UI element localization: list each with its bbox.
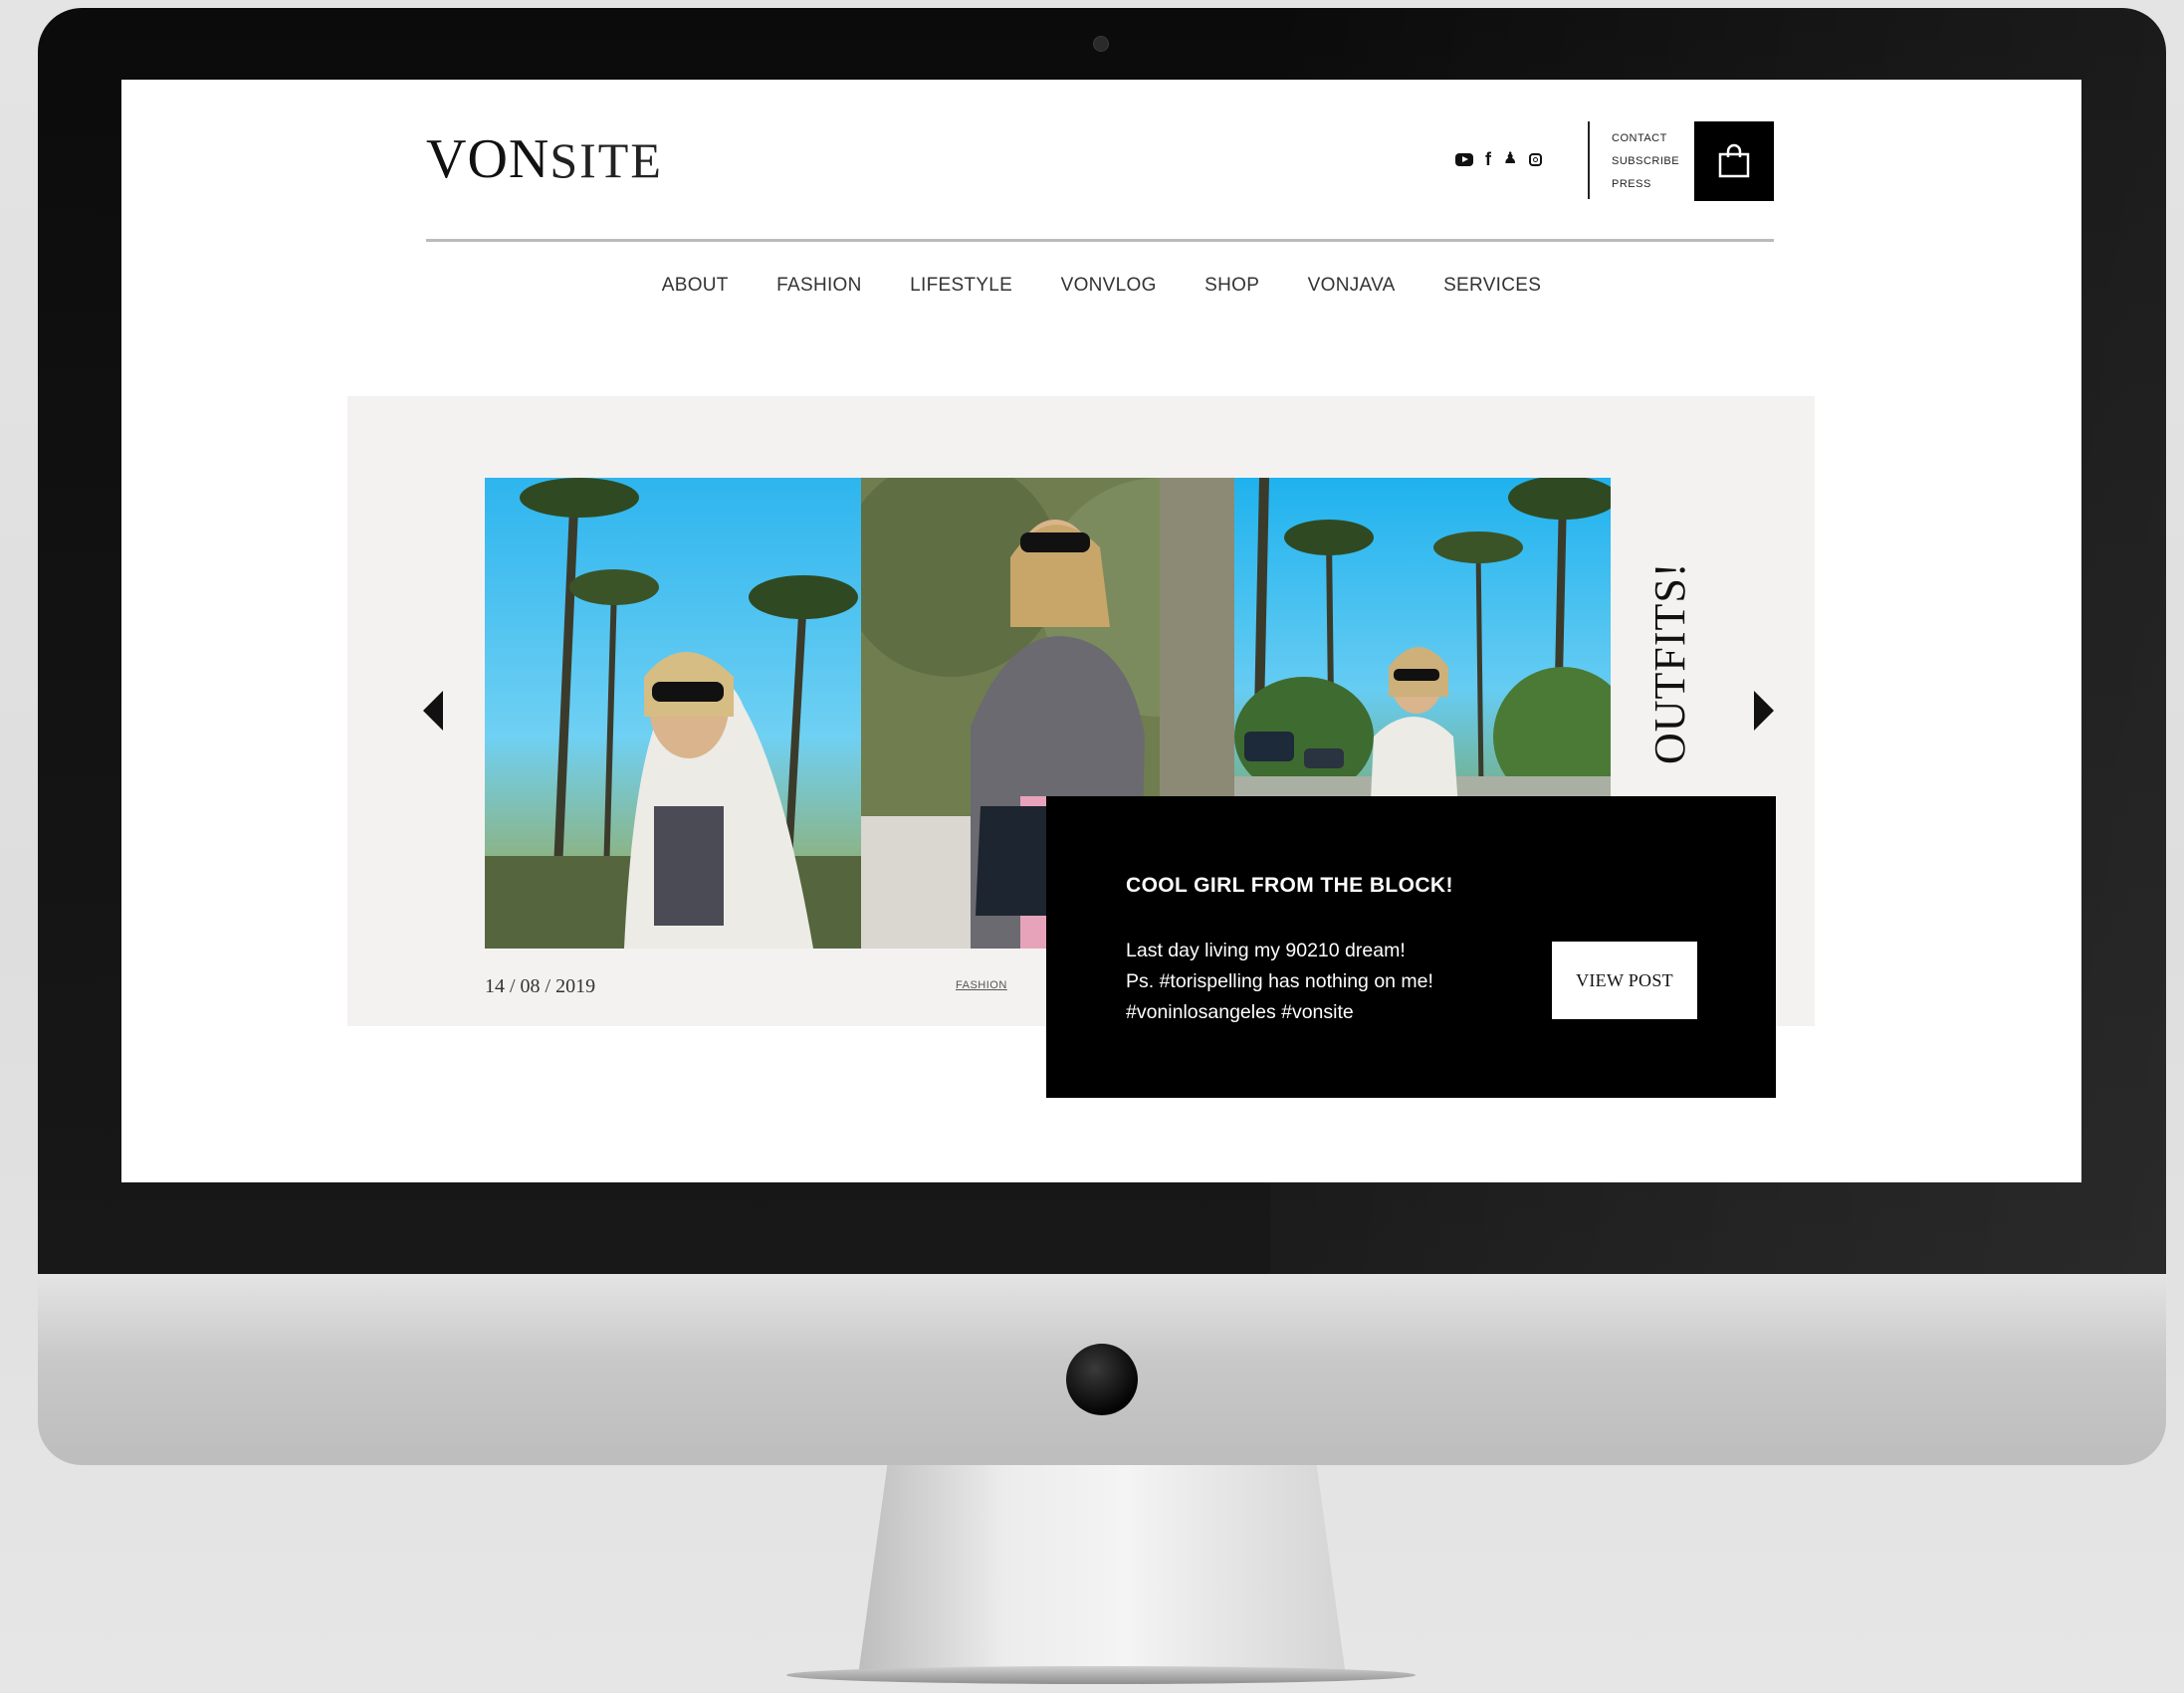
nav-item-vonvlog[interactable]: VONVLOG xyxy=(1061,275,1157,297)
nav-item-lifestyle[interactable]: LIFESTYLE xyxy=(910,275,1012,297)
nav-item-services[interactable]: SERVICES xyxy=(1443,275,1541,297)
post-card: COOL GIRL FROM THE BLOCK! Last day livin… xyxy=(1046,796,1776,1098)
top-link-press[interactable]: PRESS xyxy=(1612,177,1679,191)
hero-side-title: OUTFITS! xyxy=(1645,561,1694,764)
snapchat-icon[interactable]: ♟ xyxy=(1503,149,1517,169)
nav-item-vonjava[interactable]: VONJAVA xyxy=(1308,275,1396,297)
instagram-icon[interactable] xyxy=(1529,152,1543,166)
post-excerpt-line: Last day living my 90210 dream! xyxy=(1126,940,1406,961)
header-rule xyxy=(426,239,1774,242)
nav-item-fashion[interactable]: FASHION xyxy=(776,275,862,297)
apple-logo-icon xyxy=(1066,1344,1138,1415)
social-icons: f ♟ xyxy=(1455,149,1543,169)
main-nav: ABOUT FASHION LIFESTYLE VONVLOG SHOP VON… xyxy=(121,275,2081,297)
top-link-contact[interactable]: CONTACT xyxy=(1612,131,1679,145)
arrow-left-icon[interactable] xyxy=(423,691,443,731)
youtube-icon[interactable] xyxy=(1455,152,1473,166)
post-category[interactable]: FASHION xyxy=(956,979,1007,991)
arrow-right-icon[interactable] xyxy=(1754,691,1774,731)
webcam xyxy=(1093,36,1109,52)
top-link-subscribe[interactable]: SUBSCRIBE xyxy=(1612,154,1679,168)
logo-part-1: VON xyxy=(426,128,550,190)
header-divider xyxy=(1588,121,1590,199)
post-title[interactable]: COOL GIRL FROM THE BLOCK! xyxy=(1126,874,1453,898)
post-excerpt-line: Ps. #torispelling has nothing on me! xyxy=(1126,970,1433,992)
logo-part-2: SITE xyxy=(549,132,663,188)
facebook-icon[interactable]: f xyxy=(1485,149,1491,169)
monitor-stand xyxy=(858,1465,1346,1676)
shopping-bag-icon xyxy=(1718,143,1750,178)
post-date: 14 / 08 / 2019 xyxy=(485,975,596,997)
view-post-button[interactable]: VIEW POST xyxy=(1552,942,1697,1019)
hero-photo-1[interactable] xyxy=(485,478,861,949)
website-screen: VONSITE f ♟ CONTACT SUBSCRIBE PRESS ABOU… xyxy=(121,80,2081,1182)
monitor-stand-base xyxy=(786,1666,1416,1684)
post-excerpt-line: #voninlosangeles #vonsite xyxy=(1126,1001,1354,1023)
nav-item-shop[interactable]: SHOP xyxy=(1204,275,1259,297)
top-links: CONTACT SUBSCRIBE PRESS xyxy=(1612,131,1679,191)
cart-button[interactable] xyxy=(1694,121,1774,201)
post-excerpt: Last day living my 90210 dream! Ps. #tor… xyxy=(1126,936,1484,1028)
site-logo[interactable]: VONSITE xyxy=(426,131,663,187)
nav-item-about[interactable]: ABOUT xyxy=(662,275,729,297)
